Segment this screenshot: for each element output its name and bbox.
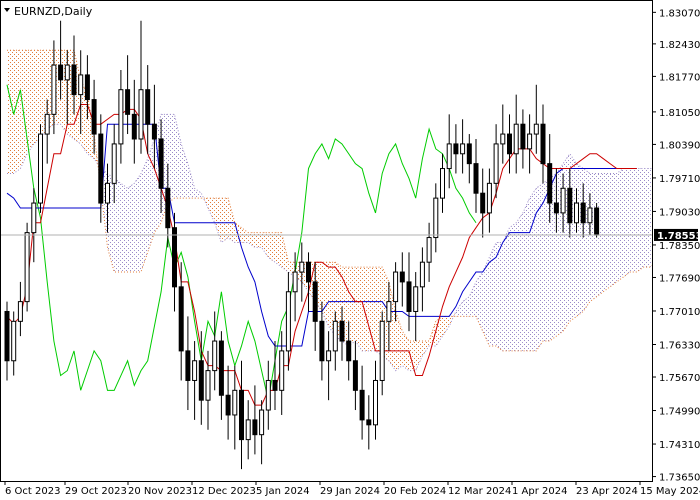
cloud-segment [616,168,624,282]
cloud-segment [362,267,369,351]
cloud-segment [268,232,275,263]
x-tick-label: 5 Jan 2024 [256,486,310,497]
y-tick-label: 1.74310 [659,440,700,451]
cloud-segment [348,267,356,346]
cloud-segment [33,50,41,144]
cloud-segment [522,198,530,351]
cloud-segment [134,173,141,273]
x-tick-label: 1 Apr 2024 [512,486,567,497]
x-tick-label: 20 Nov 2023 [128,486,192,497]
cloud-segment [20,50,28,169]
ichimoku-chart: 1.83070 1.82430 1.81770 1.81050 1.80390 1.797… [0,0,700,500]
chart-title: EURNZD,Daily [4,5,93,18]
cloud-segment [589,173,597,302]
x-tick-label: 12 Dec 2023 [192,486,256,497]
cloud-segment [529,188,537,351]
y-tick-label: 1.76330 [659,340,700,351]
cloud-segment [496,242,503,351]
cloud-segment [563,153,570,332]
cloud-segment [27,50,34,154]
x-tick-label: 6 Oct 2023 [5,486,60,497]
candle [24,222,30,312]
y-tick-label: 1.78350 [659,241,700,252]
x-tick-label: 20 Feb 2024 [384,486,446,497]
cloud-segment [569,153,577,322]
price-axis: 1.83070 1.82430 1.81770 1.81050 1.80390 1.797… [652,8,700,484]
y-tick-label: 1.75670 [659,373,700,384]
y-tick-label: 1.77690 [659,273,700,284]
cloud-segment [636,168,644,273]
cloud-segment [120,183,128,273]
y-tick-label: 1.77010 [659,307,700,318]
cloud-segment [141,158,148,273]
cloud-segment [355,267,363,351]
candle [594,203,600,238]
y-tick-label: 1.79030 [659,207,700,218]
y-tick-label: 1.80390 [659,140,700,151]
current-price-value: 1.78553 [657,231,700,242]
x-tick-label: 29 Jan 2024 [320,486,380,497]
cloud-segment [603,173,610,292]
y-tick-label: 1.83070 [659,8,700,19]
cloud-segment [630,168,637,273]
x-tick-label: 29 Oct 2023 [65,486,127,497]
cloud-segment [221,198,229,243]
x-tick-label: 12 Mar 2024 [448,486,511,497]
y-tick-label: 1.79710 [659,174,700,185]
cloud-segment [516,212,523,351]
y-tick-label: 1.81770 [659,72,700,83]
cloud-segment [509,222,517,351]
x-tick-label: 15 May 2024 [640,486,700,497]
x-tick-label: 23 Apr 2024 [576,486,638,497]
y-tick-label: 1.81050 [659,108,700,119]
y-tick-label: 1.82430 [659,40,700,51]
current-price-label: 1.78553 [654,228,700,242]
cloud-segment [114,178,121,273]
cloud-segment [275,232,282,268]
cloud-segment [610,173,617,287]
cloud-segment [576,163,584,317]
cloud-segment [502,227,510,351]
candle [38,124,43,213]
cloud-segment [623,168,631,277]
y-tick-label: 1.74990 [659,407,700,418]
cloud-segment [583,168,590,312]
y-tick-label: 1.73650 [659,473,700,484]
cloud-segment [127,183,135,273]
cloud-segment [643,168,651,268]
chart-title-text: EURNZD,Daily [14,5,93,18]
cloud-segment [60,50,68,135]
